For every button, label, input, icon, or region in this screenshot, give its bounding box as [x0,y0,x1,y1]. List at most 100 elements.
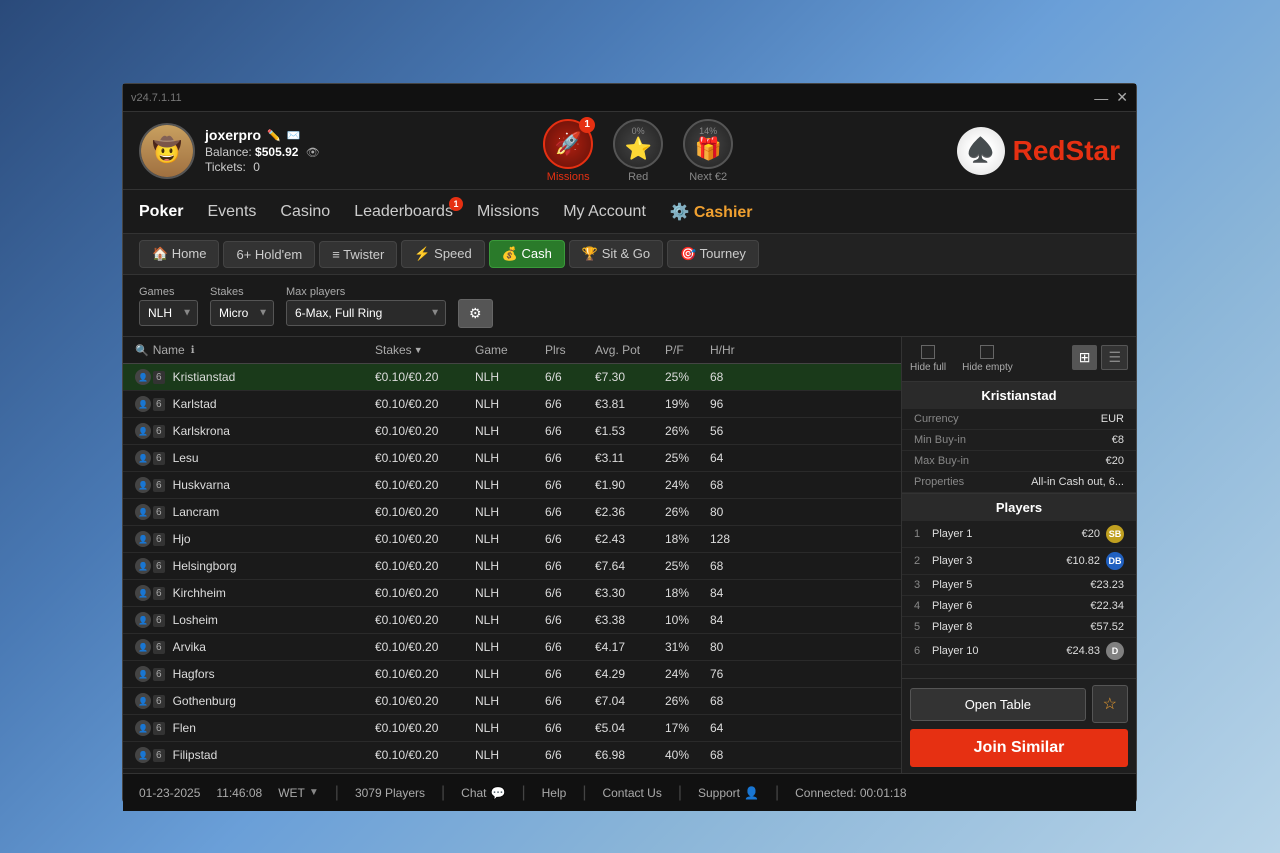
table-row[interactable]: 👤 6 Kristianstad €0.10/€0.20 NLH 6/6 €7.… [123,364,901,391]
table-icon-1: 👤 [135,585,151,601]
subnav-sitgo[interactable]: 🏆 Sit & Go [569,240,663,268]
status-date: 01-23-2025 [139,786,200,800]
header-icons: 🚀 1 Missions 0% ⭐ Red 14% 🎁 Next €2 [543,119,733,183]
td-avgpot: €2.43 [591,527,661,551]
stakes-sort-icon: ▼ [414,345,423,355]
nav-leaderboards[interactable]: Leaderboards 1 [354,193,453,231]
td-plrs: 6/6 [541,581,591,605]
status-support[interactable]: Support 👤 [698,786,759,800]
th-name-label: Name [153,343,185,357]
stakes-select[interactable]: Micro [210,300,274,326]
table-row[interactable]: 👤 6 Hagfors €0.10/€0.20 NLH 6/6 €4.29 24… [123,661,901,688]
red-button[interactable]: 0% ⭐ Red [613,119,663,183]
table-name: Filipstad [173,748,218,762]
next-button[interactable]: 14% 🎁 Next €2 [683,119,733,183]
games-select[interactable]: NLH [139,300,198,326]
td-hhr: 64 [706,716,761,740]
td-plrs: 6/6 [541,743,591,767]
player-rows: 1 Player 1 €20 SB 2 Player 3 €10.82 DB 3… [902,521,1136,665]
status-chat[interactable]: Chat 💬 [461,786,505,800]
player-amount: €24.83 [1066,645,1100,657]
subnav-home[interactable]: 🏠 Home [139,240,219,268]
table-icons: 👤 6 [135,369,167,385]
table-row[interactable]: 👤 6 Kirchheim €0.10/€0.20 NLH 6/6 €3.30 … [123,580,901,607]
table-name: Arvika [173,640,206,654]
table-num-badge: 6 [153,371,165,384]
table-row[interactable]: 👤 6 Hjo €0.10/€0.20 NLH 6/6 €2.43 18% 12… [123,526,901,553]
td-name: 👤 6 Gothenburg [131,688,371,714]
hide-empty-option[interactable]: Hide empty [962,345,1013,373]
table-row[interactable]: 👤 6 Losheim €0.10/€0.20 NLH 6/6 €3.38 10… [123,607,901,634]
th-game-label: Game [475,343,508,357]
table-row[interactable]: 👤 6 Karlskrona €0.10/€0.20 NLH 6/6 €1.53… [123,418,901,445]
tickets-label: Tickets: [205,160,246,174]
table-row[interactable]: 👤 6 Falun €0.10/€0.20 NLH 6/6 €2.08 15% … [123,769,901,773]
table-name: Losheim [173,613,218,627]
td-name: 👤 6 Karlstad [131,391,371,417]
hide-full-checkbox[interactable] [921,345,935,359]
filter-button[interactable]: ⚙ [458,299,493,328]
nav-poker[interactable]: Poker [139,193,183,231]
window-controls: — ✕ [1094,89,1128,106]
nav-events[interactable]: Events [207,193,256,231]
table-row[interactable]: 👤 6 Helsingborg €0.10/€0.20 NLH 6/6 €7.6… [123,553,901,580]
maxplayers-filter-group: Max players 6-Max, Full Ring ▼ [286,286,446,326]
join-similar-button[interactable]: Join Similar [910,729,1128,767]
td-name: 👤 6 Falun [131,769,371,773]
table-row[interactable]: 👤 6 Lancram €0.10/€0.20 NLH 6/6 €2.36 26… [123,499,901,526]
open-table-button[interactable]: Open Table [910,688,1086,721]
hide-balance-icon[interactable]: 👁 [306,147,320,159]
tickets-row: Tickets: 0 [205,160,320,174]
table-icons: 👤 6 [135,504,167,520]
minimize-button[interactable]: — [1094,89,1108,106]
subnav-holdem[interactable]: 6+ Hold'em [223,241,315,268]
td-stakes: €0.10/€0.20 [371,446,471,470]
table-name: Hagfors [173,667,215,681]
search-icon[interactable]: 🔍 [135,344,149,357]
table-icons: 👤 6 [135,477,167,493]
hide-full-option[interactable]: Hide full [910,345,946,373]
table-icon-1: 👤 [135,369,151,385]
list-view-button[interactable]: ☰ [1101,345,1128,370]
detail-title: Kristianstad [902,382,1136,409]
table-header: 🔍 Name ℹ Stakes ▼ Game Plrs Avg. Pot [123,337,901,364]
close-button[interactable]: ✕ [1116,89,1128,106]
table-row[interactable]: 👤 6 Flen €0.10/€0.20 NLH 6/6 €5.04 17% 6… [123,715,901,742]
th-stakes[interactable]: Stakes ▼ [371,337,471,363]
subnav-twister[interactable]: ≡ Twister [319,241,397,268]
status-help[interactable]: Help [542,786,567,800]
subnav-speed[interactable]: ⚡ Speed [401,240,484,268]
table-row[interactable]: 👤 6 Gothenburg €0.10/€0.20 NLH 6/6 €7.04… [123,688,901,715]
info-icon[interactable]: ℹ [191,345,195,356]
table-row[interactable]: 👤 6 Lesu €0.10/€0.20 NLH 6/6 €3.11 25% 6… [123,445,901,472]
missions-button[interactable]: 🚀 1 Missions [543,119,593,183]
nav-missions[interactable]: Missions [477,193,539,231]
td-stakes: €0.10/€0.20 [371,473,471,497]
subnav-tourney[interactable]: 🎯 Tourney [667,240,759,268]
timezone-dropdown-icon[interactable]: ▼ [309,787,319,798]
detail-row: Max Buy-in €20 [902,451,1136,472]
table-row[interactable]: 👤 6 Karlstad €0.10/€0.20 NLH 6/6 €3.81 1… [123,391,901,418]
status-players: 3079 Players [355,786,425,800]
hide-empty-checkbox[interactable] [980,345,994,359]
table-row[interactable]: 👤 6 Huskvarna €0.10/€0.20 NLH 6/6 €1.90 … [123,472,901,499]
player-badge: SB [1106,525,1124,543]
subnav-cash[interactable]: 💰 Cash [489,240,565,268]
player-name: Player 10 [932,645,1060,657]
nav-myaccount[interactable]: My Account [563,193,646,231]
table-row[interactable]: 👤 6 Filipstad €0.10/€0.20 NLH 6/6 €6.98 … [123,742,901,769]
divider-6: | [775,784,779,802]
stakes-select-wrapper: Micro ▼ [210,300,274,326]
edit-icon[interactable]: ✏️ [267,129,281,142]
nav-cashier[interactable]: ⚙️Cashier [670,192,753,232]
email-icon[interactable]: ✉️ [287,129,301,142]
table-row[interactable]: 👤 6 Arvika €0.10/€0.20 NLH 6/6 €4.17 31%… [123,634,901,661]
missions-badge: 1 [579,117,595,133]
status-contact[interactable]: Contact Us [602,786,661,800]
maxplayers-select[interactable]: 6-Max, Full Ring [286,300,446,326]
favorite-button[interactable]: ☆ [1092,685,1128,723]
detail-value: All-in Cash out, 6... [1031,476,1124,488]
nav-casino[interactable]: Casino [280,193,330,231]
grid-view-button[interactable]: ⊞ [1072,345,1098,370]
divider-3: | [521,784,525,802]
